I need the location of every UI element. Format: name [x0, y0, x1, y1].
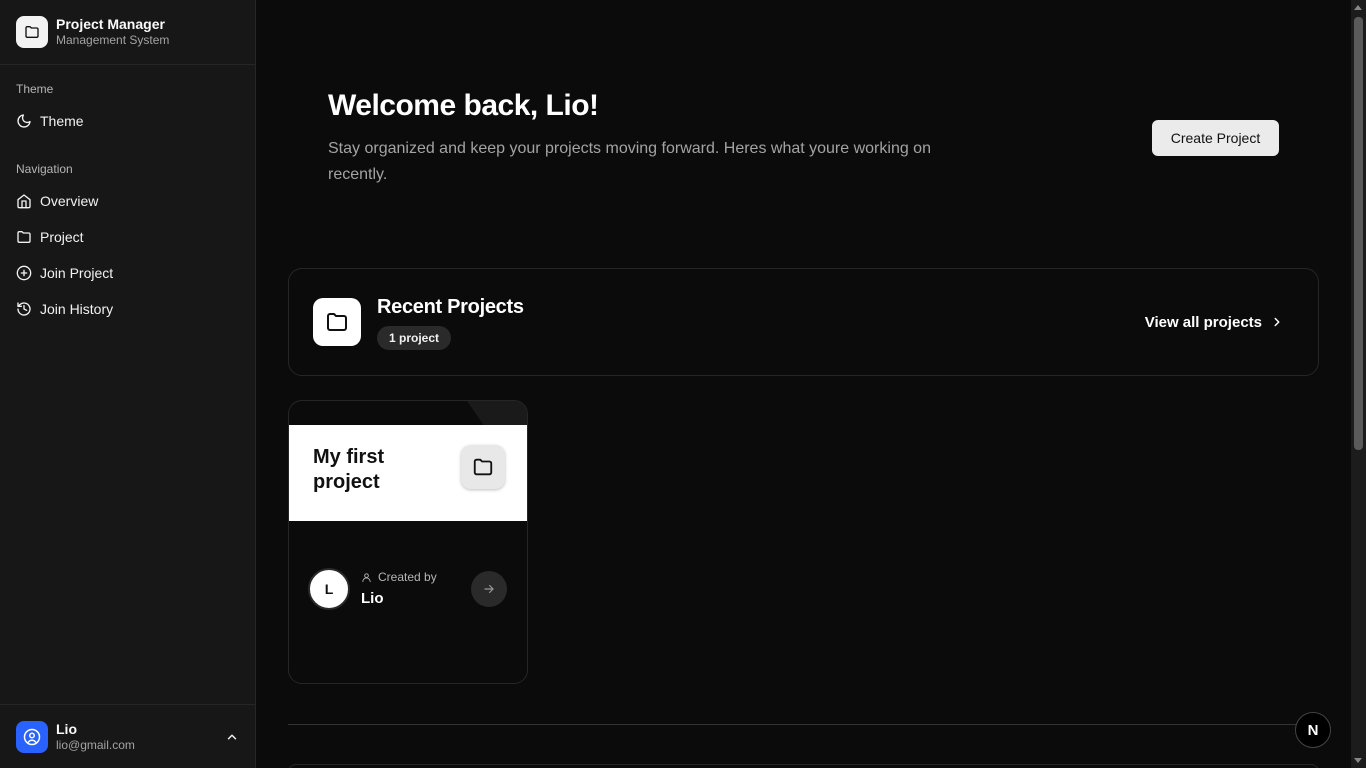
- recent-projects-title: Recent Projects: [377, 296, 524, 318]
- chevron-right-icon: [1274, 317, 1280, 327]
- sidebar: Project Manager Management System Theme …: [0, 0, 256, 768]
- app-root: Project Manager Management System Theme …: [0, 0, 1366, 768]
- chevron-up-icon[interactable]: [225, 730, 239, 744]
- view-all-label: View all projects: [1144, 313, 1262, 331]
- user-email: lio@gmail.com: [56, 737, 135, 752]
- main-content: Welcome back, Lio! Stay organized and ke…: [256, 0, 1366, 768]
- project-card-header: My first project: [289, 425, 527, 521]
- project-count-badge: 1 project: [377, 326, 452, 350]
- scrollbar[interactable]: [1351, 0, 1366, 768]
- sidebar-item-label: Overview: [40, 193, 99, 209]
- sidebar-item-project[interactable]: Project: [0, 221, 255, 253]
- welcome-text: Stay organized and keep your projects mo…: [328, 140, 931, 183]
- folder-icon: [313, 298, 361, 346]
- sidebar-item-join-project[interactable]: Join Project: [0, 257, 255, 289]
- page-title: Welcome back, Lio!: [328, 89, 599, 122]
- sidebar-item-overview[interactable]: Overview: [0, 185, 255, 217]
- sidebar-item-label: Project: [40, 229, 84, 245]
- created-by-label: Created by: [361, 570, 437, 584]
- plus-circle-icon: [16, 265, 32, 281]
- home-icon: [17, 194, 31, 209]
- brand-subtitle: Management System: [56, 33, 170, 47]
- create-project-button[interactable]: Create Project: [1152, 120, 1279, 156]
- scroll-down-arrow[interactable]: [1354, 758, 1362, 763]
- section-divider: [288, 724, 1319, 725]
- sidebar-item-label: Join Project: [40, 265, 114, 281]
- scrollbar-thumb[interactable]: [1354, 17, 1363, 450]
- folder-icon: [461, 445, 505, 489]
- dev-tools-badge[interactable]: N: [1295, 712, 1331, 748]
- folder-icon: [16, 16, 48, 48]
- project-title: My first project: [313, 446, 385, 493]
- open-project-button[interactable]: [471, 571, 507, 607]
- folder-icon: [17, 231, 31, 243]
- navigation-group-label: Navigation: [16, 162, 73, 176]
- brand-header[interactable]: Project Manager Management System: [0, 0, 255, 65]
- next-section-edge: [288, 764, 1319, 768]
- card-corner-decoration: [467, 401, 527, 427]
- sidebar-item-theme[interactable]: Theme: [0, 105, 255, 137]
- avatar: L: [308, 568, 350, 610]
- recent-text: Recent Projects 1 project: [377, 294, 524, 350]
- user-menu[interactable]: Lio lio@gmail.com: [0, 704, 255, 768]
- sidebar-item-label: Join History: [40, 301, 114, 317]
- creator-name: Lio: [361, 590, 384, 607]
- user-name: Lio: [56, 720, 77, 737]
- scroll-up-arrow[interactable]: [1354, 5, 1362, 10]
- history-icon: [17, 302, 31, 316]
- brand-title: Project Manager: [56, 16, 165, 32]
- user-circle-icon: [16, 720, 48, 753]
- sidebar-item-join-history[interactable]: Join History: [0, 293, 255, 325]
- sidebar-item-label: Theme: [40, 113, 84, 129]
- moon-icon: [17, 114, 31, 128]
- arrow-right-icon: [484, 584, 494, 594]
- user-info: Lio lio@gmail.com: [56, 721, 217, 753]
- view-all-projects-link[interactable]: View all projects: [1145, 314, 1284, 331]
- theme-group-label: Theme: [16, 82, 54, 96]
- recent-projects-header: Recent Projects 1 project View all proje…: [288, 268, 1319, 376]
- project-card[interactable]: My first project L Created by Lio: [288, 400, 528, 684]
- welcome-section: Welcome back, Lio! Stay organized and ke…: [328, 88, 988, 188]
- brand-text: Project Manager Management System: [56, 16, 169, 48]
- created-by-text: Created by: [378, 570, 437, 584]
- user-icon: [362, 572, 371, 582]
